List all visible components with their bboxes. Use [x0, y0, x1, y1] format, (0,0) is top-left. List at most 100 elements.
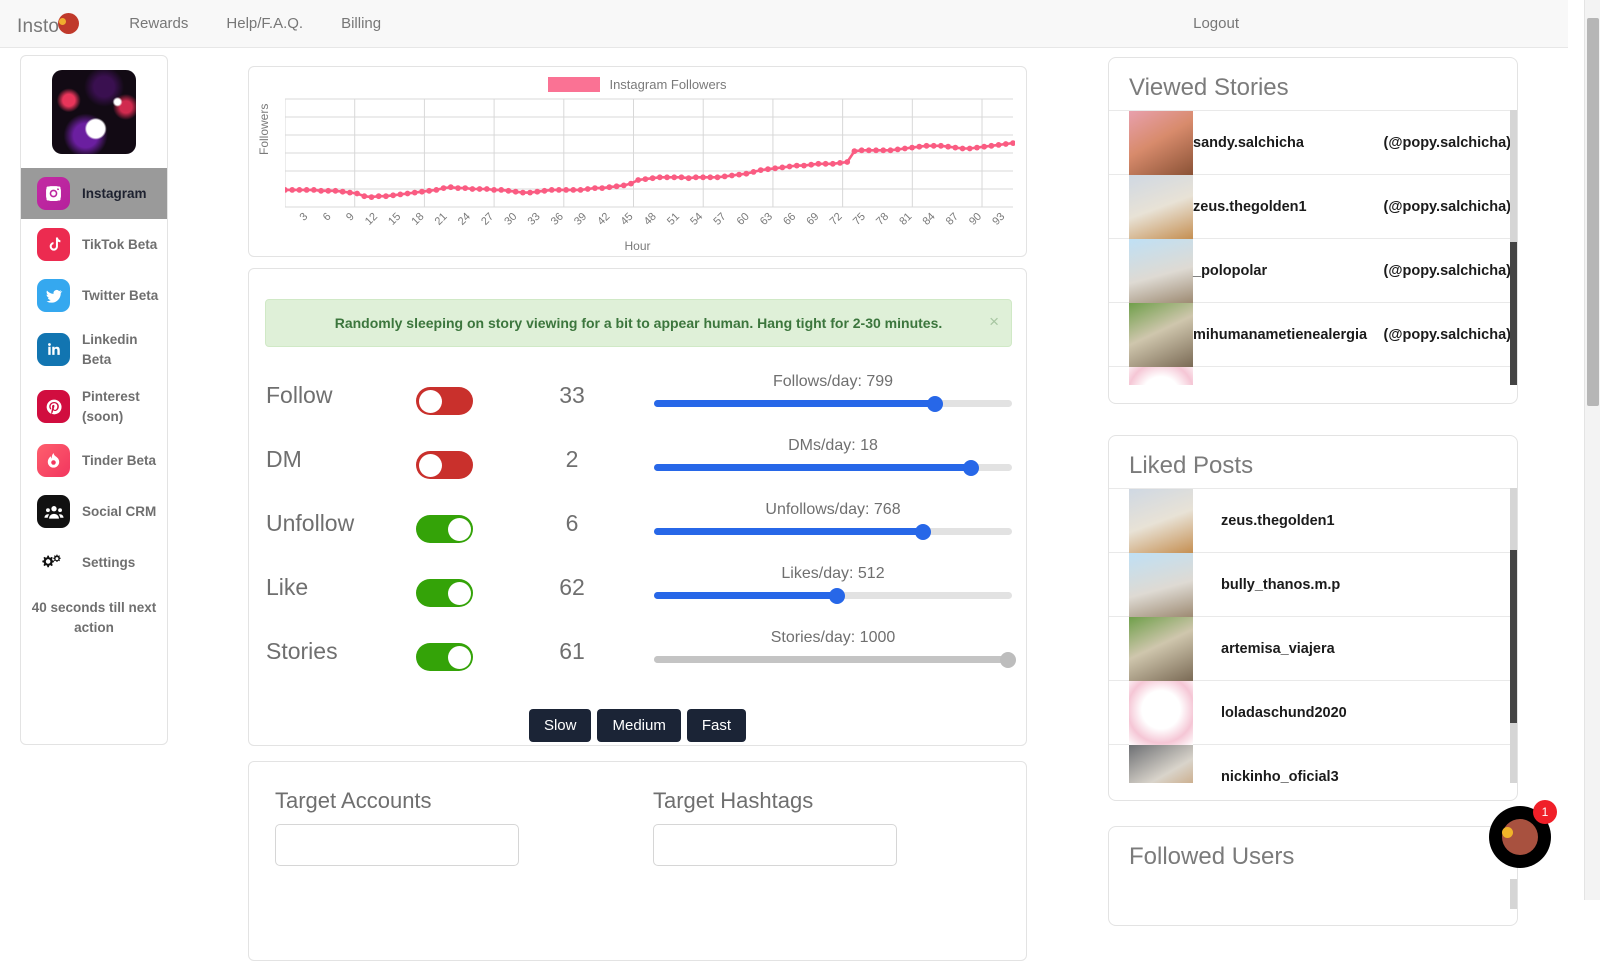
username-label: sandy.salchicha: [1193, 135, 1304, 151]
followed-users-scrollbar[interactable]: [1510, 879, 1517, 909]
control-label: Follow: [266, 382, 332, 409]
page-scrollbar[interactable]: [1584, 0, 1600, 900]
slider-follow[interactable]: [654, 400, 1012, 407]
slider-like[interactable]: [654, 592, 1012, 599]
list-item[interactable]: loladaschund2020: [1109, 680, 1517, 744]
list-item[interactable]: bully_thanos.m.p: [1109, 552, 1517, 616]
nav-link-help-faq[interactable]: Help/F.A.Q.: [207, 15, 322, 32]
automation-controls-card: Randomly sleeping on story viewing for a…: [248, 268, 1027, 746]
sidebar-item-social-crm[interactable]: Social CRM: [21, 486, 167, 537]
sidebar-item-pinterest[interactable]: Pinterest (soon): [21, 378, 167, 435]
svg-text:45: 45: [618, 211, 635, 228]
nav-link-rewards[interactable]: Rewards: [110, 15, 207, 32]
slider-dm[interactable]: [654, 464, 1012, 471]
toggle-knob: [419, 390, 442, 413]
brand-logo[interactable]: Insto: [17, 10, 80, 38]
instagram-icon: [37, 177, 70, 210]
slider-fill: [654, 400, 935, 407]
toggle-dm[interactable]: [416, 451, 473, 479]
followed-users-list[interactable]: [1109, 879, 1517, 909]
viewed-stories-scrollbar[interactable]: [1510, 110, 1517, 385]
list-item[interactable]: zeus.thegolden1: [1109, 488, 1517, 552]
brand-text: Insto: [17, 16, 59, 38]
speed-button-fast[interactable]: Fast: [687, 709, 746, 742]
targets-card: Target Accounts Target Hashtags: [248, 761, 1027, 961]
tiktok-icon: [37, 228, 70, 261]
linkedin-icon: [37, 333, 70, 366]
sidebar-item-linkedin[interactable]: Linkedin Beta: [21, 321, 167, 378]
close-icon[interactable]: ×: [989, 313, 999, 330]
list-item[interactable]: sandy.salchicha(@popy.salchicha): [1109, 110, 1517, 174]
list-item[interactable]: zeus.thegolden1(@popy.salchicha): [1109, 174, 1517, 238]
svg-text:21: 21: [433, 211, 450, 228]
viewed-stories-list[interactable]: sandy.salchicha(@popy.salchicha)zeus.the…: [1109, 110, 1517, 385]
list-item[interactable]: loveanimal_s(@popy.salchicha): [1109, 366, 1517, 385]
chat-bubble-icon[interactable]: 1: [1489, 806, 1551, 868]
list-item[interactable]: _polopolar(@popy.salchicha): [1109, 238, 1517, 302]
viewed-stories-panel: Viewed Stories sandy.salchicha(@popy.sal…: [1108, 57, 1518, 404]
username-label: mihumanametienealergia: [1193, 327, 1367, 343]
chart-legend: Instagram Followers: [249, 77, 1026, 92]
liked-posts-scrollbar[interactable]: [1510, 488, 1517, 783]
toggle-knob: [448, 646, 471, 669]
slider-thumb[interactable]: [915, 524, 931, 540]
toggle-like[interactable]: [416, 579, 473, 607]
sidebar-item-tiktok[interactable]: TikTok Beta: [21, 219, 167, 270]
toggle-unfollow[interactable]: [416, 515, 473, 543]
target-hashtags-input[interactable]: [653, 824, 897, 866]
list-item[interactable]: nickinho_oficial3: [1109, 744, 1517, 783]
control-label: Stories: [266, 638, 338, 665]
username-label: loladaschund2020: [1221, 705, 1347, 721]
slider-thumb[interactable]: [963, 460, 979, 476]
list-item[interactable]: artemisa_viajera: [1109, 616, 1517, 680]
svg-text:9: 9: [344, 211, 357, 224]
slider-stories[interactable]: [654, 656, 1012, 663]
speed-button-slow[interactable]: Slow: [529, 709, 592, 742]
page-scrollbar-thumb[interactable]: [1587, 18, 1599, 406]
svg-text:12: 12: [363, 211, 380, 228]
liked-posts-panel: Liked Posts zeus.thegolden1bully_thanos.…: [1108, 435, 1518, 801]
toggle-follow[interactable]: [416, 387, 473, 415]
slider-thumb[interactable]: [927, 396, 943, 412]
slider-label: Stories/day: 1000: [654, 629, 1012, 647]
sidebar-item-settings[interactable]: Settings: [21, 537, 167, 588]
list-item[interactable]: mihumanametienealergia(@popy.salchicha): [1109, 302, 1517, 366]
slider-label: Unfollows/day: 768: [654, 501, 1012, 519]
gear-icon: [37, 546, 70, 579]
nav-link-logout[interactable]: Logout: [1174, 15, 1258, 32]
slider-group-dm: DMs/day: 18: [654, 437, 1012, 471]
slider-fill: [654, 656, 1008, 663]
tinder-icon: [37, 444, 70, 477]
svg-text:81: 81: [897, 211, 914, 228]
username-label: nickinho_oficial3: [1221, 769, 1339, 784]
slider-label: Follows/day: 799: [654, 373, 1012, 391]
username-label: _polopolar: [1193, 263, 1267, 279]
slider-unfollow[interactable]: [654, 528, 1012, 535]
svg-text:90: 90: [967, 211, 984, 228]
nav-link-billing[interactable]: Billing: [322, 15, 400, 32]
sidebar-item-label: Settings: [82, 553, 135, 573]
svg-text:33: 33: [526, 211, 543, 228]
control-label: Like: [266, 574, 308, 601]
liked-posts-list[interactable]: zeus.thegolden1bully_thanos.m.partemisa_…: [1109, 488, 1517, 783]
avatar: [1129, 745, 1193, 784]
slider-group-like: Likes/day: 512: [654, 565, 1012, 599]
sidebar-item-instagram[interactable]: Instagram: [21, 168, 167, 219]
sidebar-item-label: Instagram: [82, 184, 147, 204]
slider-thumb[interactable]: [829, 588, 845, 604]
speed-button-medium[interactable]: Medium: [597, 709, 680, 742]
avatar: [1129, 239, 1193, 303]
target-accounts-input[interactable]: [275, 824, 519, 866]
sidebar-item-tinder[interactable]: Tinder Beta: [21, 435, 167, 486]
target-hashtags-group: Target Hashtags: [653, 788, 897, 866]
toggle-stories[interactable]: [416, 643, 473, 671]
control-label: Unfollow: [266, 510, 354, 537]
slider-thumb[interactable]: [1000, 652, 1016, 668]
svg-text:60: 60: [735, 211, 752, 228]
svg-text:36: 36: [549, 211, 566, 228]
avatar-container: [21, 56, 167, 154]
toggle-knob: [448, 582, 471, 605]
slider-fill: [654, 592, 837, 599]
sidebar-item-twitter[interactable]: Twitter Beta: [21, 270, 167, 321]
target-hashtags-label: Target Hashtags: [653, 788, 897, 814]
